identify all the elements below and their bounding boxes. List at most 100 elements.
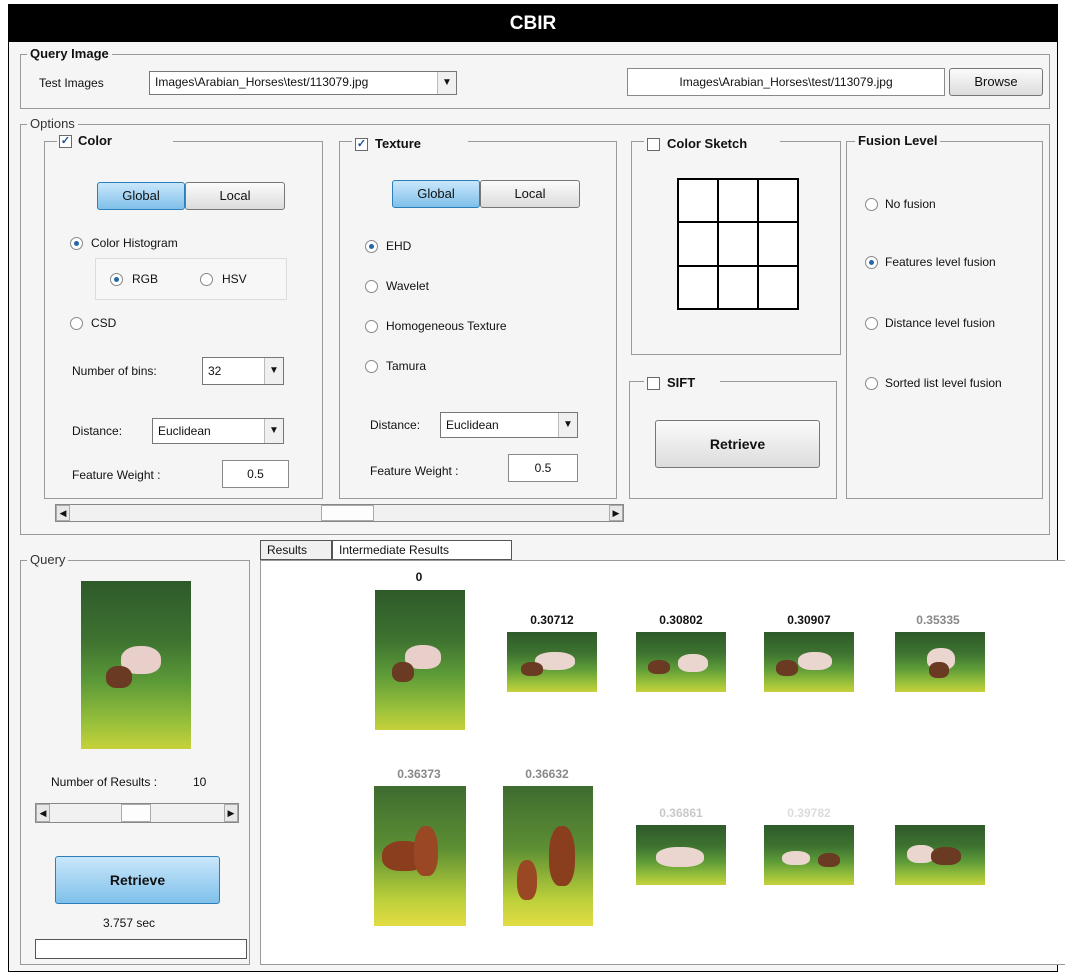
fusion-option-radio[interactable] [865,377,878,390]
fusion-panel-label: Fusion Level [855,133,941,148]
color-local-button[interactable]: Local [185,182,285,210]
horse-shape [929,662,949,678]
hsv-radio[interactable] [200,273,213,286]
query-retrieve-button[interactable]: Retrieve [55,856,220,904]
texture-distance-label: Distance: [370,418,421,432]
query-group: Query Number of Results : 10 ◀ ▶ Retriev… [20,552,250,965]
color-label: Color [78,133,112,148]
scroll-left-icon[interactable]: ◀ [56,505,70,521]
result-thumbnail[interactable] [636,825,726,885]
tamura-radio[interactable] [365,360,378,373]
csd-radio[interactable] [70,317,83,330]
rgb-radio[interactable] [110,273,123,286]
horse-shape [931,847,961,865]
browse-button[interactable]: Browse [949,68,1043,96]
wavelet-label: Wavelet [386,279,429,293]
texture-weight-input[interactable]: 0.5 [508,454,578,482]
scroll-right-icon[interactable]: ▶ [224,804,238,822]
sketch-cell[interactable] [678,265,718,309]
color-space-subgroup: RGB HSV [95,258,287,300]
result-scene [636,825,726,885]
slider-thumb[interactable] [121,804,151,822]
homogeneous-radio[interactable] [365,320,378,333]
chevron-down-icon[interactable]: ▼ [264,358,283,384]
result-scene [374,786,466,926]
sift-panel: SIFT Retrieve [629,374,837,499]
result-thumbnail[interactable] [764,825,854,885]
color-weight-input[interactable]: 0.5 [222,460,289,488]
sketch-cell[interactable] [718,179,758,223]
sketch-cell[interactable] [758,179,798,223]
test-images-label: Test Images [39,76,104,90]
sketch-cell[interactable] [718,265,758,309]
result-thumbnail[interactable] [636,632,726,692]
result-thumbnail[interactable] [895,632,985,692]
color-checkbox[interactable]: ✓ [59,135,72,148]
color-histogram-radio[interactable] [70,237,83,250]
sift-checkbox[interactable] [647,377,660,390]
color-global-button[interactable]: Global [97,182,185,210]
result-thumbnail[interactable] [375,590,465,730]
result-scene [764,632,854,692]
horse-shape [818,853,840,867]
num-results-slider[interactable]: ◀ ▶ [35,803,239,823]
fusion-panel: Fusion Level No fusion Features level fu… [846,133,1043,499]
sketch-cell[interactable] [678,222,718,266]
texture-global-button[interactable]: Global [392,180,480,208]
color-panel-header: ✓ Color [57,132,173,152]
texture-checkbox[interactable]: ✓ [355,138,368,151]
window-title: CBIR [9,5,1057,42]
sketch-grid[interactable] [677,178,799,310]
fusion-option-radio[interactable] [865,317,878,330]
wavelet-radio[interactable] [365,280,378,293]
fusion-option-radio[interactable] [865,256,878,269]
color-distance-label: Distance: [72,424,123,438]
tab-intermediate-results[interactable]: Intermediate Results [332,540,512,560]
sketch-cell[interactable] [758,265,798,309]
result-thumbnail[interactable] [374,786,466,926]
color-sketch-label: Color Sketch [667,136,748,151]
result-scene [503,786,593,926]
sketch-cell[interactable] [718,222,758,266]
sift-retrieve-button[interactable]: Retrieve [655,420,820,468]
bins-select[interactable]: 32 ▼ [202,357,284,385]
test-images-select[interactable]: Images\Arabian_Horses\test/113079.jpg ▼ [149,71,457,95]
chevron-down-icon[interactable]: ▼ [437,72,456,94]
chevron-down-icon[interactable]: ▼ [558,413,577,437]
horse-shape [776,660,798,676]
result-thumbnail[interactable] [507,632,597,692]
texture-panel: ✓ Texture Global Local EHD Wavelet Homog… [339,135,617,499]
color-distance-select[interactable]: Euclidean ▼ [152,418,284,444]
result-score: 0.36632 [525,767,569,781]
horse-shape [798,652,832,670]
scroll-left-icon[interactable]: ◀ [36,804,50,822]
ehd-radio[interactable] [365,240,378,253]
result-thumbnail[interactable] [503,786,593,926]
horse-shape [414,826,438,876]
fusion-option-radio[interactable] [865,198,878,211]
image-path-field[interactable]: Images\Arabian_Horses\test/113079.jpg [627,68,945,96]
texture-label: Texture [375,136,421,151]
elapsed-time: 3.757 sec [103,916,156,930]
options-scrollbar[interactable]: ◀ ▶ [55,504,624,522]
image-path-value: Images\Arabian_Horses\test/113079.jpg [679,75,893,89]
color-global-label: Global [122,188,160,203]
sketch-cell[interactable] [758,222,798,266]
result-thumbnail[interactable] [895,825,985,885]
color-weight-label: Feature Weight : [72,468,161,482]
scroll-right-icon[interactable]: ▶ [609,505,623,521]
texture-local-button[interactable]: Local [480,180,580,208]
scrollbar-thumb[interactable] [321,505,374,521]
browse-button-label: Browse [974,74,1018,89]
tab-results[interactable]: Results [260,540,332,560]
color-local-label: Local [219,188,251,203]
chevron-down-icon[interactable]: ▼ [264,419,283,443]
horse-shape [656,847,704,867]
color-sketch-checkbox[interactable] [647,138,660,151]
result-score: 0 [415,570,423,584]
result-score: 0.36861 [659,806,703,820]
result-thumbnail[interactable] [764,632,854,692]
sketch-cell[interactable] [678,179,718,223]
result-scene [375,590,465,730]
texture-distance-select[interactable]: Euclidean ▼ [440,412,578,438]
